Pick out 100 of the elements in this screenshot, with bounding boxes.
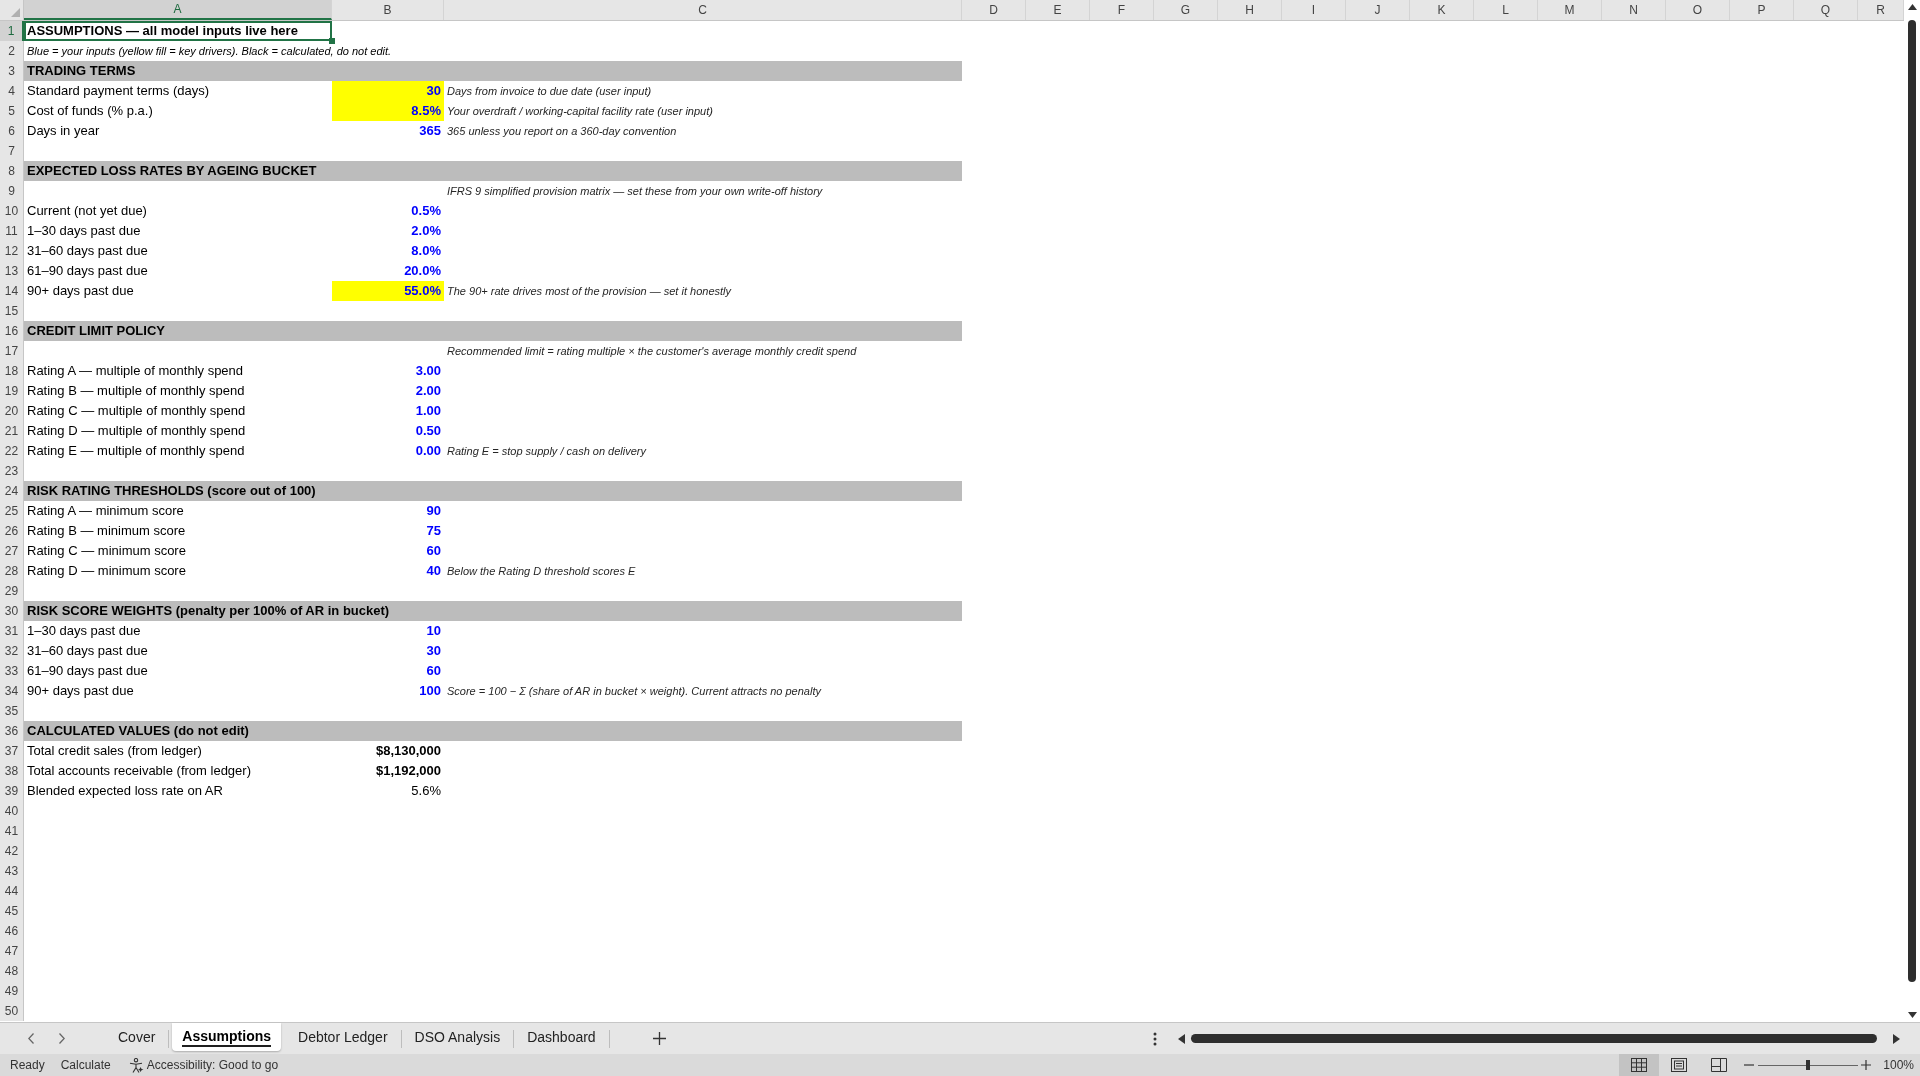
row-header[interactable]: 8 xyxy=(0,161,24,181)
section-heading: EXPECTED LOSS RATES BY AGEING BUCKET xyxy=(24,161,962,181)
row-header[interactable]: 13 xyxy=(0,261,24,281)
sheet-tab[interactable]: DSO Analysis xyxy=(404,1023,511,1051)
row-header[interactable]: 18 xyxy=(0,361,24,381)
fill-handle-icon[interactable] xyxy=(329,38,335,44)
chevron-right-icon[interactable] xyxy=(59,1033,65,1044)
column-header[interactable]: Q xyxy=(1794,0,1858,20)
column-header[interactable]: O xyxy=(1666,0,1730,20)
chevron-left-icon[interactable] xyxy=(28,1033,34,1044)
row-header[interactable]: 44 xyxy=(0,881,24,901)
scroll-right-icon[interactable] xyxy=(1893,1033,1900,1044)
row-header[interactable]: 26 xyxy=(0,521,24,541)
scroll-up-icon[interactable] xyxy=(1907,4,1917,10)
accessibility-person-icon xyxy=(128,1057,144,1073)
column-header[interactable]: K xyxy=(1410,0,1474,20)
horizontal-scrollbar-thumb[interactable] xyxy=(1191,1034,1877,1043)
row-header[interactable]: 9 xyxy=(0,181,24,201)
row-label: 31–60 days past due xyxy=(27,642,148,661)
row-header[interactable]: 7 xyxy=(0,141,24,161)
row-header[interactable]: 42 xyxy=(0,841,24,861)
key-driver-value: 30 xyxy=(332,81,444,101)
column-header[interactable]: I xyxy=(1282,0,1346,20)
row-header[interactable]: 41 xyxy=(0,821,24,841)
zoom-in-icon[interactable] xyxy=(1861,1060,1872,1070)
calculate-button[interactable]: Calculate xyxy=(60,1056,111,1074)
row-header[interactable]: 24 xyxy=(0,481,24,501)
input-value: 1.00 xyxy=(415,402,441,421)
view-button[interactable] xyxy=(1619,1054,1660,1076)
sheet-tab[interactable]: Cover xyxy=(108,1023,166,1051)
vertical-ellipsis-icon[interactable] xyxy=(1153,1031,1157,1046)
row-header[interactable]: 1 xyxy=(0,21,24,41)
row-header[interactable]: 33 xyxy=(0,661,24,681)
column-header[interactable]: G xyxy=(1154,0,1218,20)
zoom-slider[interactable] xyxy=(1758,1059,1859,1071)
input-value: 60 xyxy=(426,662,441,681)
row-header[interactable]: 17 xyxy=(0,341,24,361)
row-header[interactable]: 38 xyxy=(0,761,24,781)
row-header[interactable]: 25 xyxy=(0,501,24,521)
scroll-left-icon[interactable] xyxy=(1178,1033,1185,1044)
zoom-slider-thumb[interactable] xyxy=(1806,1060,1811,1070)
accessibility-button[interactable]: Accessibility: Good to go xyxy=(128,1056,279,1074)
row-header[interactable]: 45 xyxy=(0,901,24,921)
row-header[interactable]: 37 xyxy=(0,741,24,761)
row-header[interactable]: 31 xyxy=(0,621,24,641)
row-header[interactable]: 16 xyxy=(0,321,24,341)
row-header[interactable]: 19 xyxy=(0,381,24,401)
row-header[interactable]: 28 xyxy=(0,561,24,581)
column-header[interactable]: H xyxy=(1218,0,1282,20)
row-header[interactable]: 49 xyxy=(0,981,24,1001)
row-header[interactable]: 4 xyxy=(0,81,24,101)
row-header[interactable]: 46 xyxy=(0,921,24,941)
input-value: 0.50 xyxy=(415,422,441,441)
row-header[interactable]: 22 xyxy=(0,441,24,461)
column-header[interactable]: P xyxy=(1730,0,1794,20)
row-header[interactable]: 34 xyxy=(0,681,24,701)
column-header[interactable]: L xyxy=(1474,0,1538,20)
column-header[interactable]: E xyxy=(1026,0,1090,20)
vertical-scrollbar-thumb[interactable] xyxy=(1908,20,1916,982)
column-header[interactable]: J xyxy=(1346,0,1410,20)
zoom-level-text[interactable]: 100% xyxy=(1883,1056,1914,1074)
row-header[interactable]: 27 xyxy=(0,541,24,561)
plus-icon[interactable] xyxy=(652,1032,666,1045)
column-header[interactable]: A xyxy=(24,0,332,20)
row-header[interactable]: 5 xyxy=(0,101,24,121)
row-header[interactable]: 29 xyxy=(0,581,24,601)
row-header[interactable]: 11 xyxy=(0,221,24,241)
row-header[interactable]: 14 xyxy=(0,281,24,301)
row-header[interactable]: 3 xyxy=(0,61,24,81)
sheet-tab[interactable]: Debtor Ledger xyxy=(288,1023,398,1051)
row-header[interactable]: 48 xyxy=(0,961,24,981)
row-header[interactable]: 30 xyxy=(0,601,24,621)
row-header[interactable]: 6 xyxy=(0,121,24,141)
row-header[interactable]: 20 xyxy=(0,401,24,421)
column-header[interactable]: B xyxy=(332,0,444,20)
column-header[interactable]: C xyxy=(444,0,962,20)
column-header[interactable]: N xyxy=(1602,0,1666,20)
row-header[interactable]: 43 xyxy=(0,861,24,881)
column-header[interactable]: F xyxy=(1090,0,1154,20)
row-header[interactable]: 12 xyxy=(0,241,24,261)
row-header[interactable]: 35 xyxy=(0,701,24,721)
row-header[interactable]: 21 xyxy=(0,421,24,441)
column-header[interactable]: M xyxy=(1538,0,1602,20)
row-header[interactable]: 39 xyxy=(0,781,24,801)
note-text: Your overdraft / working-capital facility rate (user input) xyxy=(447,103,713,119)
row-header[interactable]: 15 xyxy=(0,301,24,321)
row-header[interactable]: 32 xyxy=(0,641,24,661)
sheet-tab[interactable]: Assumptions xyxy=(172,1023,282,1051)
row-header[interactable]: 23 xyxy=(0,461,24,481)
row-header[interactable]: 50 xyxy=(0,1001,24,1021)
row-header[interactable]: 10 xyxy=(0,201,24,221)
sheet-tab[interactable]: Dashboard xyxy=(517,1023,606,1051)
row-header[interactable]: 40 xyxy=(0,801,24,821)
input-value: 60 xyxy=(426,542,441,561)
legend-text: Blue = your inputs (yellow fill = key drivers). Black = calculated, do not edit. xyxy=(27,43,392,59)
row-header[interactable]: 2 xyxy=(0,41,24,61)
row-header[interactable]: 36 xyxy=(0,721,24,741)
column-header[interactable]: D xyxy=(962,0,1026,20)
scroll-down-icon[interactable] xyxy=(1907,1012,1917,1018)
row-header[interactable]: 47 xyxy=(0,941,24,961)
